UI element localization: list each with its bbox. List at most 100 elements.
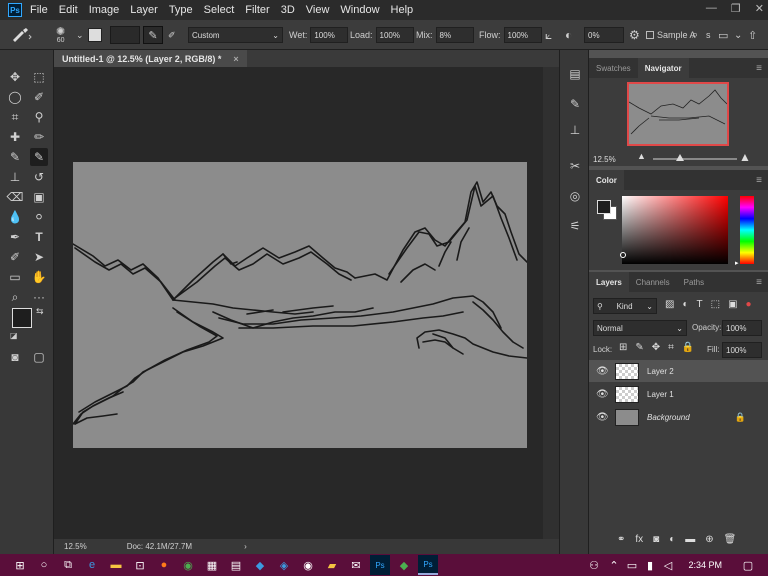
lock-transparency-icon[interactable]: ⊞ [619,342,627,353]
move-tool-icon[interactable]: ✥ [6,68,24,86]
layer-name[interactable]: Background [647,413,690,422]
lock-all-icon[interactable]: 🔒 [682,342,694,353]
zoom-slider-thumb[interactable] [676,154,684,161]
mixer-brush-tool-icon[interactable] [10,20,32,50]
load-brush-icon[interactable]: ✎ [143,20,163,50]
menu-layer[interactable]: Layer [130,4,158,16]
restore-button[interactable]: ❐ [731,2,741,15]
lasso-tool-icon[interactable]: ◯ [6,88,24,106]
menu-filter[interactable]: Filter [245,4,269,16]
menu-help[interactable]: Help [391,4,414,16]
app-icon[interactable]: ◆ [394,555,414,575]
workspace-icon[interactable]: s [706,20,711,50]
panel-menu-icon[interactable]: ≡ [756,175,762,186]
blend-mode-dropdown[interactable]: Normal ⌄ [593,320,687,336]
pixel-filter-icon[interactable]: ▨ [665,299,674,310]
eyedropper-tool-icon[interactable]: ⚲ [30,108,48,126]
smoothing-icon[interactable]: ◐ [565,20,572,50]
hand-tool-icon[interactable]: ✋ [30,268,48,286]
path-selection-tool-icon[interactable]: ✐ [6,248,24,266]
menu-image[interactable]: Image [89,4,120,16]
clone-stamp-tool-icon[interactable]: ⊥ [6,168,24,186]
menu-select[interactable]: Select [204,4,235,16]
rectangle-tool-icon[interactable]: ▭ [6,268,24,286]
airbrush-icon[interactable]: ⟀ [545,20,552,50]
clean-brush-icon[interactable]: ✐ [168,20,176,50]
color-picker-field[interactable] [622,196,728,264]
network-icon[interactable]: ▭ [622,555,642,575]
document-canvas[interactable] [72,162,528,448]
preset-dropdown[interactable]: Custom ⌄ [188,20,283,50]
smart-object-filter-icon[interactable]: ▣ [728,299,737,310]
file-explorer-icon[interactable]: ▬ [106,555,126,575]
hue-slider-thumb[interactable]: ▸ [735,259,739,267]
filter-toggle-icon[interactable]: ● [746,299,752,310]
zoom-level[interactable]: 12.5% [64,542,87,551]
document-tab[interactable]: Untitled-1 @ 12.5% (Layer 2, RGB/8) * × [54,50,247,67]
tools-panel-icon[interactable]: ✂ [567,158,583,174]
adjustment-layer-icon[interactable]: ◐ [669,534,675,545]
add-mask-icon[interactable]: ◙ [653,534,659,545]
minimize-button[interactable]: — [706,2,717,15]
lock-position-icon[interactable]: ✥ [652,342,660,353]
blur-tool-icon[interactable]: 💧 [6,208,24,226]
navigator-preview[interactable] [627,82,729,146]
navigator-zoom-value[interactable]: 12.5% [593,155,616,164]
status-menu-arrow[interactable]: › [244,542,247,551]
more-tools-icon[interactable]: ··· [30,288,48,306]
layer-name[interactable]: Layer 2 [647,367,674,376]
quick-mask-icon[interactable]: ◙ [6,348,24,366]
marquee-tool-icon[interactable]: ⬚ [30,68,48,86]
quick-selection-tool-icon[interactable]: ✐ [30,88,48,106]
opacity-field[interactable]: 100% [722,320,762,336]
3d-panel-icon[interactable]: ◎ [567,188,583,204]
pen-tool-icon[interactable]: ✒ [6,228,24,246]
app-icon[interactable]: ▤ [226,555,246,575]
layer-row[interactable]: 👁 Layer 2 [589,360,768,382]
mixer-brush-tool-icon[interactable]: ✎ [30,148,48,166]
volume-icon[interactable]: ◁ [658,555,678,575]
chrome-icon[interactable]: ◉ [178,555,198,575]
workspace-switcher-icon[interactable]: ▭ [718,20,728,50]
wet-field[interactable]: 100% [310,27,349,43]
visibility-eye-icon[interactable]: 👁 [596,366,609,377]
lock-pixels-icon[interactable]: ✎ [635,342,643,353]
pencil-tool-icon[interactable]: ✏ [30,128,48,146]
spot-healing-tool-icon[interactable]: ✚ [6,128,24,146]
taskbar-clock[interactable]: 2:34 PM [688,554,722,576]
panel-menu-icon[interactable]: ≡ [756,63,762,74]
sample-all-layers-checkbox[interactable]: Sample A [646,20,696,50]
tab-swatches[interactable]: Swatches [589,58,638,78]
search-icon[interactable]: ⌕ [692,20,698,50]
current-color-swatch[interactable] [110,20,140,50]
properties-panel-icon[interactable]: ⚟ [567,218,583,234]
zoom-in-icon[interactable]: ▲ [739,150,751,164]
layer-name[interactable]: Layer 1 [647,390,674,399]
adjustment-filter-icon[interactable]: ◐ [682,299,688,310]
visibility-eye-icon[interactable]: 👁 [596,389,609,400]
new-layer-icon[interactable]: ⊕ [705,534,713,545]
gear-icon[interactable]: ⚙ [629,20,640,50]
history-panel-icon[interactable]: ▤ [567,66,583,82]
brush-panel-toggle-icon[interactable] [88,20,102,50]
swap-colors-icon[interactable]: ⇆ [36,306,44,317]
close-button[interactable]: ✕ [755,2,764,15]
mail-icon[interactable]: ✉ [346,555,366,575]
close-tab-icon[interactable]: × [233,54,238,64]
photoshop-logo[interactable]: Ps [8,3,22,17]
photoshop-taskbar-icon[interactable]: Ps [370,555,390,575]
default-colors-icon[interactable]: ◪ [10,331,18,340]
load-field[interactable]: 100% [375,27,414,43]
share-icon[interactable]: ⇧ [748,20,757,50]
app-icon[interactable]: ◉ [298,555,318,575]
photoshop-active-icon[interactable]: Ps [418,555,438,575]
tab-navigator[interactable]: Navigator [637,58,689,78]
smoothing-field[interactable]: 0% [584,27,624,43]
menu-type[interactable]: Type [169,4,193,16]
app-icon[interactable]: ◈ [274,555,294,575]
delete-layer-icon[interactable]: 🗑 [724,534,737,545]
mix-field[interactable]: 8% [435,27,474,43]
color-picker-cursor[interactable] [620,252,626,258]
hue-slider[interactable] [740,196,754,264]
tray-expand-icon[interactable]: ⌃ [604,555,624,575]
